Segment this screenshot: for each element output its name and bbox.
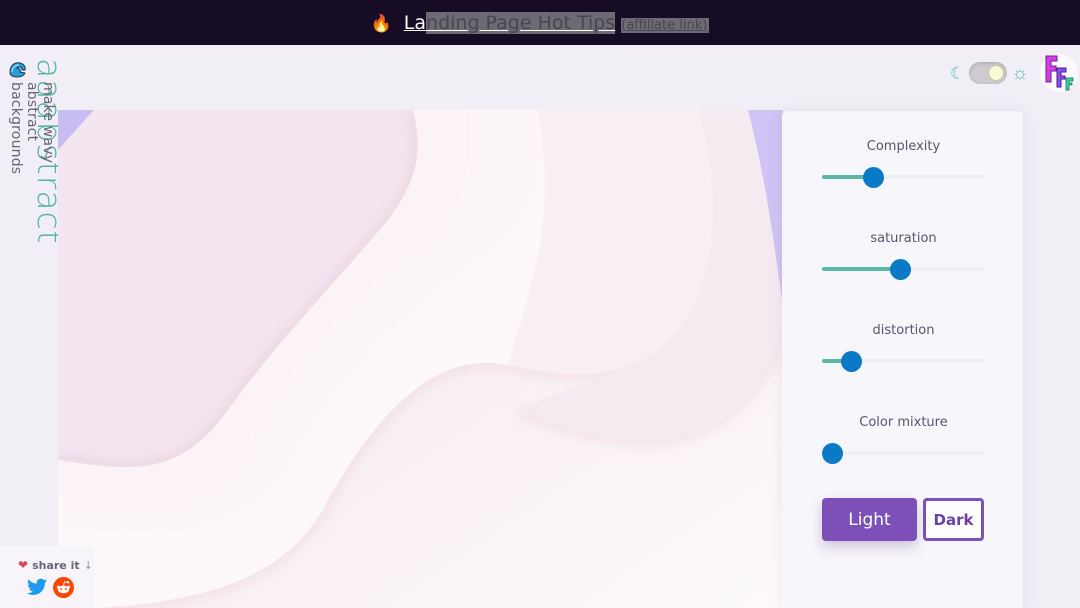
promo-subtitle: (affiliate link) (621, 17, 710, 33)
slider-label: Color mixture (859, 415, 948, 430)
control-saturation: saturation (822, 231, 985, 280)
complexity-slider[interactable] (822, 166, 985, 188)
share-label: ❤ share it ↓ (18, 558, 93, 572)
theme-buttons: Light Dark (822, 498, 984, 541)
fff-logo-icon[interactable] (1040, 52, 1078, 94)
theme-switch: ☾ ☼ (950, 62, 1029, 84)
color-mixture-slider[interactable] (821, 442, 985, 464)
arrow-down-icon: ↓ (83, 558, 93, 572)
control-color-mixture: Color mixture (821, 415, 985, 464)
dark-button[interactable]: Dark (923, 498, 984, 541)
wavy-background-svg (58, 110, 783, 608)
slider-label: Complexity (866, 139, 941, 154)
heart-icon: ❤ (18, 558, 29, 572)
promo-link[interactable]: 🔥 Landing Page Hot Tips (affiliate link) (370, 11, 710, 34)
wave-icon[interactable] (8, 60, 28, 78)
distortion-slider[interactable] (822, 350, 985, 372)
promo-bar: 🔥 Landing Page Hot Tips (affiliate link) (0, 0, 1080, 45)
slider-track (822, 451, 985, 455)
brand-tagline: make wavy abstract backgrounds (8, 82, 56, 175)
slider-thumb[interactable] (862, 167, 884, 188)
share-text: share it (32, 558, 80, 572)
toggle-knob (988, 65, 1005, 81)
promo-title-highlight: nding Page Hot Tips (426, 11, 616, 34)
reddit-icon[interactable] (53, 577, 74, 598)
share-box: ❤ share it ↓ (0, 546, 94, 608)
slider-thumb[interactable] (890, 259, 912, 280)
saturation-slider[interactable] (822, 258, 985, 280)
slider-thumb[interactable] (821, 443, 843, 464)
twitter-icon[interactable] (27, 578, 47, 596)
sun-icon: ☼ (1011, 62, 1029, 84)
slider-fill (822, 267, 901, 271)
control-complexity: Complexity (822, 139, 985, 188)
promo-title-start: La (403, 11, 427, 34)
fire-icon: 🔥 (370, 13, 392, 34)
light-button[interactable]: Light (822, 498, 917, 541)
slider-label: saturation (870, 231, 937, 246)
controls-panel: Complexity saturation distortion Color m… (782, 111, 1023, 608)
slider-label: distortion (872, 323, 935, 338)
promo-title: Landing Page Hot Tips (403, 11, 616, 34)
theme-toggle[interactable] (969, 62, 1008, 84)
wavy-background-canvas (58, 110, 783, 608)
moon-icon: ☾ (950, 63, 966, 83)
control-distortion: distortion (822, 323, 985, 372)
slider-thumb[interactable] (841, 351, 863, 372)
